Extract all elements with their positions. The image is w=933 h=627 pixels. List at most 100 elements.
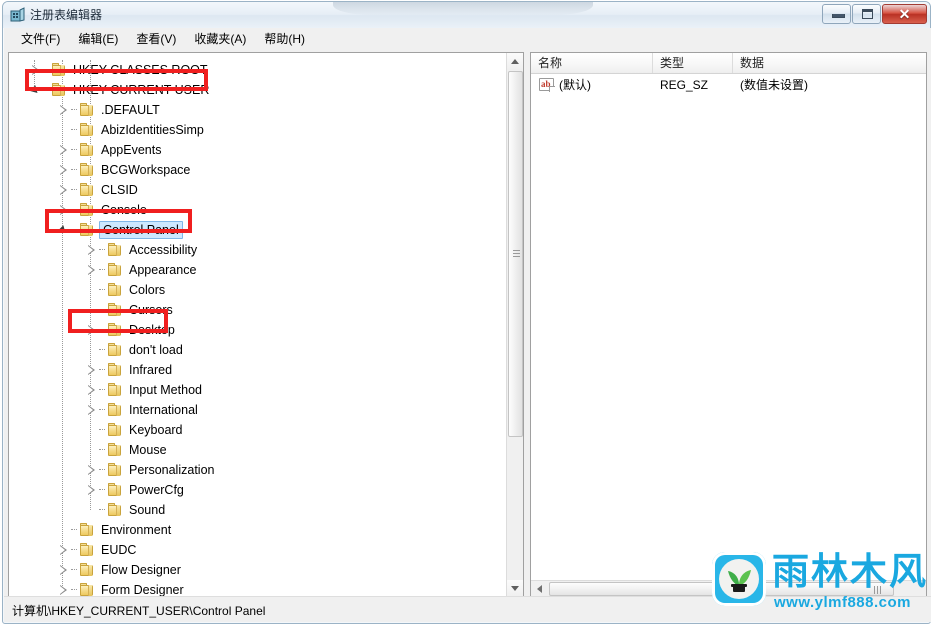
- expander-collapsed-icon[interactable]: [83, 260, 99, 280]
- tree-item[interactable]: Desktop: [83, 320, 177, 340]
- menu-item-edit[interactable]: 编辑(E): [69, 28, 127, 50]
- tree-connector-line: [99, 449, 105, 451]
- chevron-down-icon: [511, 586, 519, 591]
- expander-collapsed-icon[interactable]: [83, 480, 99, 500]
- scroll-down-button[interactable]: [507, 580, 523, 597]
- tree-scroll-thumb[interactable]: [508, 71, 523, 437]
- expander-collapsed-icon[interactable]: [83, 380, 99, 400]
- expander-collapsed-icon[interactable]: [83, 320, 99, 340]
- tree-item[interactable]: Accessibility: [83, 240, 199, 260]
- triangle-right-fill: [32, 66, 37, 74]
- tree-item-label: Control Panel: [99, 221, 183, 239]
- tree-connector-line: [71, 589, 77, 591]
- maximize-button[interactable]: [852, 4, 881, 24]
- tree-item[interactable]: .DEFAULT: [55, 100, 162, 120]
- expander-collapsed-icon[interactable]: [55, 560, 71, 580]
- tree-item[interactable]: don't load: [83, 340, 185, 360]
- tree-item[interactable]: Infrared: [83, 360, 174, 380]
- expander-collapsed-icon[interactable]: [55, 180, 71, 200]
- tree-item-label: Personalization: [129, 463, 215, 477]
- tree-connector-line: [99, 249, 105, 251]
- tree-connector-line: [99, 389, 105, 391]
- tree-item[interactable]: Flow Designer: [55, 560, 183, 580]
- minimize-icon: [832, 14, 845, 18]
- menu-item-favorites[interactable]: 收藏夹(A): [185, 28, 255, 50]
- expander-collapsed-icon[interactable]: [27, 60, 43, 80]
- close-button[interactable]: ✕: [882, 4, 927, 24]
- values-horizontal-scrollbar[interactable]: [531, 580, 926, 597]
- column-header-type[interactable]: 类型: [653, 53, 733, 73]
- tree-item[interactable]: AppEvents: [55, 140, 163, 160]
- tree-item[interactable]: EUDC: [55, 540, 138, 560]
- tree-item[interactable]: HKEY CLASSES ROOT: [27, 60, 210, 80]
- expander-collapsed-icon[interactable]: [55, 160, 71, 180]
- tree-item[interactable]: Personalization: [83, 460, 216, 480]
- expander-collapsed-icon[interactable]: [55, 580, 71, 597]
- values-list-header: 名称 类型 数据: [531, 53, 926, 74]
- triangle-down-icon: [57, 225, 69, 236]
- registry-tree-pane: HKEY CLASSES ROOT HKEY CURRENT USER .DEFAU…: [8, 52, 524, 598]
- expander-collapsed-icon[interactable]: [55, 100, 71, 120]
- expander-collapsed-icon[interactable]: [83, 400, 99, 420]
- column-header-data[interactable]: 数据: [733, 53, 926, 73]
- tree-item[interactable]: HKEY CURRENT USER: [27, 80, 211, 100]
- tree-item[interactable]: PowerCfg: [83, 480, 186, 500]
- triangle-right-fill: [60, 566, 65, 574]
- chevron-up-icon: [511, 59, 519, 64]
- tree-item[interactable]: Console: [55, 200, 149, 220]
- scroll-left-button[interactable]: [531, 581, 548, 597]
- maximize-icon: [862, 9, 873, 19]
- menu-item-help[interactable]: 帮助(H): [255, 28, 314, 50]
- scroll-up-button[interactable]: [507, 53, 523, 70]
- close-icon: ✕: [898, 6, 911, 22]
- minimize-button[interactable]: [822, 4, 851, 24]
- tree-item[interactable]: BCGWorkspace: [55, 160, 192, 180]
- triangle-right-fill: [60, 106, 65, 114]
- folder-icon: [107, 363, 123, 377]
- registry-tree[interactable]: HKEY CLASSES ROOT HKEY CURRENT USER .DEFAU…: [9, 53, 506, 597]
- expander-collapsed-icon[interactable]: [83, 460, 99, 480]
- tree-connector-line: [71, 529, 77, 531]
- menu-item-view[interactable]: 查看(V): [127, 28, 185, 50]
- values-scroll-thumb[interactable]: [549, 582, 894, 596]
- column-header-name[interactable]: 名称: [531, 53, 653, 73]
- regedit-window: 注册表编辑器 ✕ 文件(F) 编辑(E) 查看(V) 收藏夹(A) 帮助(H): [2, 1, 931, 624]
- tree-item-label: Console: [101, 203, 147, 217]
- tree-connector: [83, 340, 99, 360]
- triangle-right-fill: [60, 206, 65, 214]
- tree-item[interactable]: CLSID: [55, 180, 140, 200]
- tree-item[interactable]: Sound: [83, 500, 167, 520]
- tree-item[interactable]: International: [83, 400, 200, 420]
- expander-collapsed-icon[interactable]: [55, 200, 71, 220]
- folder-icon: [107, 303, 123, 317]
- tree-item[interactable]: Environment: [55, 520, 173, 540]
- expander-expanded-icon[interactable]: [55, 220, 71, 240]
- tree-item[interactable]: Input Method: [83, 380, 204, 400]
- expander-expanded-icon[interactable]: [27, 80, 43, 100]
- scroll-grip-icon: [874, 586, 881, 594]
- client-area: HKEY CLASSES ROOT HKEY CURRENT USER .DEFAU…: [4, 50, 931, 601]
- expander-collapsed-icon[interactable]: [83, 240, 99, 260]
- tree-item[interactable]: Keyboard: [83, 420, 185, 440]
- table-row[interactable]: ab (默认) REG_SZ (数值未设置): [531, 74, 926, 96]
- tree-item[interactable]: Control Panel: [55, 220, 183, 240]
- folder-icon: [107, 503, 123, 517]
- folder-icon: [51, 83, 67, 97]
- menu-item-file[interactable]: 文件(F): [12, 28, 69, 50]
- tree-item[interactable]: AbizIdentitiesSimp: [55, 120, 206, 140]
- scroll-grip-icon: [513, 250, 520, 257]
- tree-connector-line: [71, 229, 77, 231]
- tree-item[interactable]: Mouse: [83, 440, 169, 460]
- tree-item[interactable]: Cursors: [83, 300, 175, 320]
- triangle-right-fill: [60, 586, 65, 594]
- expander-collapsed-icon[interactable]: [55, 140, 71, 160]
- expander-collapsed-icon[interactable]: [55, 540, 71, 560]
- tree-vertical-scrollbar[interactable]: [506, 53, 523, 597]
- tree-item[interactable]: Appearance: [83, 260, 198, 280]
- tree-item[interactable]: Colors: [83, 280, 167, 300]
- title-bar-glass: [333, 2, 593, 15]
- tree-item-label: Sound: [129, 503, 166, 517]
- tree-item[interactable]: Form Designer: [55, 580, 186, 597]
- expander-collapsed-icon[interactable]: [83, 360, 99, 380]
- tree-connector: [55, 520, 71, 540]
